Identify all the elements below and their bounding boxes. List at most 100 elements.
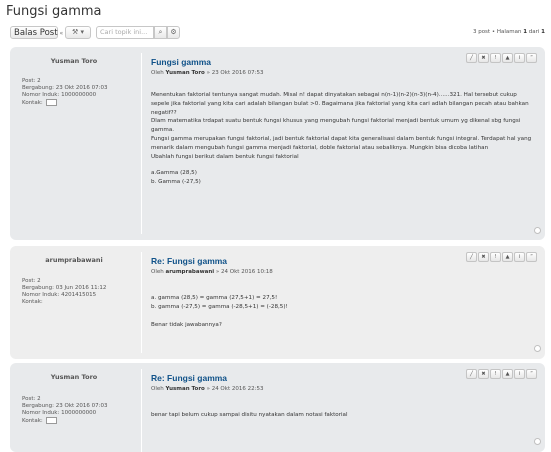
delete-icon[interactable]: ✖	[478, 53, 489, 63]
info-icon[interactable]: i	[514, 369, 525, 379]
post-body: benar tapi belum cukup sampai disitu nya…	[151, 411, 537, 420]
post-divider	[141, 252, 142, 353]
student-number: Nomor Induk: 4201415015	[22, 292, 97, 298]
contact-icon[interactable]	[45, 417, 57, 424]
post-byline: Oleh Yusman Toro » 23 Okt 2016 07:53	[151, 70, 263, 76]
quote-icon[interactable]: “	[526, 252, 537, 262]
pagination: 3 post • Halaman 1 dari 1	[473, 29, 545, 35]
pagination-total: 1	[541, 29, 545, 35]
body-line: Menentukan faktorial tentunya sangat mud…	[151, 92, 517, 98]
delete-icon[interactable]: ✖	[478, 369, 489, 379]
body-line: b. Gamma (-27,5)	[151, 179, 201, 186]
gear-icon: ⚙	[170, 28, 177, 36]
post-tools: ╱ ✖! ▲ i “	[465, 252, 537, 262]
profile-details: Post: 2 Bergabung: 03 Jun 2016 11:12 Nom…	[22, 278, 106, 306]
reply-label: Balas Post	[14, 28, 58, 38]
post-title[interactable]: Re: Fungsi gamma	[151, 256, 227, 266]
joined-date: Bergabung: 23 Okt 2016 07:03	[22, 85, 108, 91]
post-title[interactable]: Fungsi gamma	[151, 57, 211, 67]
info-icon[interactable]: i	[514, 252, 525, 262]
body-line: a.Gamma (28,5)	[151, 170, 197, 177]
search-input[interactable]: Cari topik ini...	[96, 26, 154, 39]
edit-icon[interactable]: ╱	[466, 53, 477, 63]
byline-prefix: Oleh	[151, 386, 166, 392]
post: Yusman Toro Post: 2 Bergabung: 23 Okt 20…	[10, 363, 545, 452]
body-line: a. gamma (28,5) = gamma (27,5+1) = 27,5!	[151, 295, 278, 301]
edit-icon[interactable]: ╱	[466, 252, 477, 262]
contact-label: Kontak:	[22, 299, 43, 305]
post-author[interactable]: Yusman Toro	[10, 57, 138, 65]
gear-icon[interactable]	[534, 345, 541, 352]
quote-icon[interactable]: “	[526, 53, 537, 63]
body-line: negatif??	[151, 109, 177, 116]
body-line: gamma.	[151, 127, 175, 134]
byline-user[interactable]: arumprabawani	[165, 269, 214, 275]
topic-toolbar: Balas Post « ⚒ ▾ Cari topik ini... ⌕ ⚙ 3 …	[10, 26, 545, 40]
byline-prefix: Oleh	[151, 269, 166, 275]
body-line: Dlam matematika trdapat suatu bentuk fun…	[151, 118, 521, 125]
pagination-prefix: 3 post • Halaman	[472, 29, 524, 35]
delete-icon[interactable]: ✖	[478, 252, 489, 262]
warn-icon[interactable]: ▲	[502, 53, 513, 63]
report-icon[interactable]: !	[490, 53, 501, 63]
edit-icon[interactable]: ╱	[466, 369, 477, 379]
search-icon: ⌕	[158, 28, 163, 36]
joined-date: Bergabung: 23 Okt 2016 07:03	[22, 403, 108, 409]
post-count: Post: 2	[22, 396, 41, 402]
info-icon[interactable]: i	[514, 53, 525, 63]
post-byline: Oleh arumprabawani » 24 Okt 2016 10:18	[151, 269, 273, 275]
contact-row: Kontak:	[22, 99, 108, 107]
profile-details: Post: 2 Bergabung: 23 Okt 2016 07:03 Nom…	[22, 396, 108, 425]
profile-details: Post: 2 Bergabung: 23 Okt 2016 07:03 Nom…	[22, 78, 108, 107]
reply-button[interactable]: Balas Post «	[10, 26, 63, 39]
body-line: b. gamma (-27,5) = gamma (-28,5+1) = (-2…	[151, 303, 288, 310]
wrench-icon: ⚒ ▾	[71, 28, 84, 36]
post-title[interactable]: Re: Fungsi gamma	[151, 373, 227, 383]
post-byline: Oleh Yusman Toro » 24 Okt 2016 22:53	[151, 386, 263, 392]
advanced-search-button[interactable]: ⚙	[167, 26, 180, 39]
byline-date: » 24 Okt 2016 10:18	[214, 269, 273, 275]
post-author[interactable]: arumprabawani	[10, 256, 138, 264]
warn-icon[interactable]: ▲	[502, 369, 513, 379]
gear-icon[interactable]	[534, 438, 541, 445]
quote-icon[interactable]: “	[526, 369, 537, 379]
body-line: Fungsi gamma merupakan fungsi faktorial,…	[151, 135, 532, 142]
page-title[interactable]: Fungsi gamma	[6, 4, 102, 19]
contact-label: Kontak:	[22, 100, 43, 106]
topic-tools-dropdown[interactable]: ⚒ ▾	[65, 26, 91, 39]
student-number: Nomor Induk: 1000000000	[22, 92, 97, 98]
joined-date: Bergabung: 03 Jun 2016 11:12	[22, 285, 107, 291]
post-author[interactable]: Yusman Toro	[10, 373, 138, 381]
post-body: Menentukan faktorial tentunya sangat mud…	[151, 91, 537, 187]
post-divider	[141, 369, 142, 452]
report-icon[interactable]: !	[490, 252, 501, 262]
post-tools: ╱ ✖! ▲ i “	[465, 369, 537, 379]
byline-user[interactable]: Yusman Toro	[165, 70, 204, 76]
body-line: sepele jika faktorial yang kita cari ada…	[151, 100, 529, 107]
student-number: Nomor Induk: 1000000000	[22, 410, 97, 416]
search-button[interactable]: ⌕	[154, 26, 167, 39]
body-line: benar tapi belum cukup sampai disitu nya…	[151, 412, 348, 418]
post-body: a. gamma (28,5) = gamma (27,5+1) = 27,5!…	[151, 294, 537, 329]
post-tools: ╱ ✖! ▲ i “	[465, 53, 537, 63]
gear-icon[interactable]	[534, 227, 541, 234]
contact-row: Kontak:	[22, 417, 108, 425]
body-line: Ubahlah fungsi berikut dalam bentuk fung…	[151, 153, 299, 160]
reply-icon: «	[59, 30, 64, 37]
byline-date: » 23 Okt 2016 07:53	[204, 70, 264, 76]
post-count: Post: 2	[22, 78, 41, 84]
post: arumprabawani Post: 2 Bergabung: 03 Jun …	[10, 246, 545, 359]
contact-label: Kontak:	[22, 418, 43, 424]
contact-icon[interactable]	[45, 99, 57, 106]
report-icon[interactable]: !	[490, 369, 501, 379]
body-line: menarik dalam mengubah fungsi gamma menj…	[151, 144, 489, 151]
post-divider	[141, 53, 142, 234]
post: Yusman Toro Post: 2 Bergabung: 23 Okt 20…	[10, 47, 545, 240]
byline-user[interactable]: Yusman Toro	[165, 386, 204, 392]
warn-icon[interactable]: ▲	[502, 252, 513, 262]
byline-date: » 24 Okt 2016 22:53	[204, 386, 264, 392]
byline-prefix: Oleh	[151, 70, 166, 76]
pagination-mid: dari	[527, 29, 542, 35]
